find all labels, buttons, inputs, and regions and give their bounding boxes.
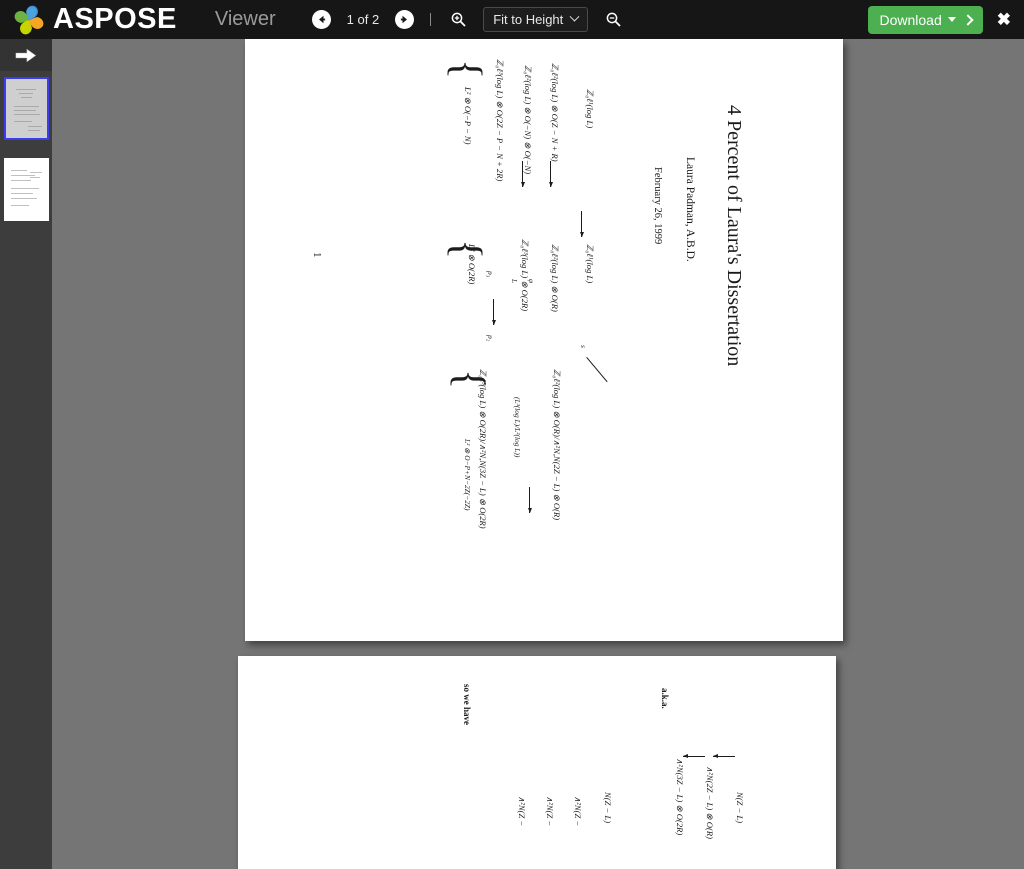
equation: ℤ₀ℓ²(log L) ⊗ O(R)/∧²N,N(2Z − L) ⊗ O(R) (552, 369, 562, 521)
equation: ℤ₀ℓ²(log L) ⊗ O(−N) ⊗ O(−N) (523, 65, 533, 175)
caret-down-icon (947, 17, 956, 22)
chevron-down-icon (569, 11, 580, 22)
brand-logo[interactable]: ASPOSE (0, 3, 177, 37)
page-indicator: 1 of 2 (346, 12, 380, 27)
zoom-level-select[interactable]: Fit to Height (483, 7, 589, 32)
app-title: Viewer (214, 8, 276, 30)
map-label: φ (527, 279, 536, 284)
equation: N(Z − L) (735, 792, 745, 824)
equation: ℤ₀ℓ¹(log L) (585, 244, 595, 284)
thumbnail-page-2[interactable] (3, 158, 49, 221)
equation-diagonal-line (586, 357, 608, 383)
toolbar-separator (430, 13, 432, 26)
equation: ℤ₀ℓ³(log L) ⊗ O(2Z − P − N + 2R) (495, 59, 505, 182)
equation-arrow (713, 756, 735, 757)
magnifier-plus-icon (451, 12, 466, 27)
equation: ℤ₀ℓ³(log L) ⊗ O(2R) (520, 239, 530, 312)
document-page-2[interactable]: N(Z − L) ∧²N(2Z − L) ⊗ O(R) ∧²N(3Z − L) … (238, 656, 836, 869)
previous-page-button[interactable] (311, 10, 331, 29)
map-label: L (510, 279, 519, 284)
equation-arrow (683, 756, 705, 757)
equation: ℤ₀ℓ²(log L) ⊗ O(R) (550, 244, 560, 312)
equation: ∧²N(Z − (545, 796, 555, 827)
brand-name: ASPOSE (53, 3, 177, 35)
equation: ℤ₀ℓ¹(log L) (585, 89, 595, 129)
right-arrow-icon (15, 48, 37, 62)
document-date: February 26, 1999 (652, 167, 663, 245)
equation: ∧²N(2Z − L) ⊗ O(R) (705, 766, 715, 839)
so-we-have-label: so we have (462, 684, 472, 725)
page-navigation-group: 1 of 2 Fit to Height (311, 7, 625, 32)
map-label: p₂ (486, 335, 495, 342)
equation: (L³(log L)/L²(log L)) (513, 397, 522, 458)
top-toolbar: ASPOSE Viewer 1 of 2 Fit to Height Downl… (0, 0, 1024, 39)
map-label: p₃ (486, 271, 495, 278)
sidebar-toggle-button[interactable] (0, 39, 52, 71)
chevron-right-icon (962, 13, 974, 26)
equation-brace: { (443, 59, 489, 80)
equation: L² ⊗ O−P+N−2Z(−2Z) (463, 439, 472, 511)
zoom-in-button[interactable] (447, 9, 469, 31)
zoom-level-value: Fit to Height (493, 12, 564, 27)
download-button[interactable]: Download (868, 5, 983, 34)
close-button[interactable]: ✖ (993, 11, 1015, 28)
equation: ∧²N(Z − (517, 796, 527, 827)
circle-left-arrow-icon (318, 15, 325, 24)
thumbnail-preview-lines (6, 79, 47, 138)
equation-arrow (550, 161, 551, 187)
equation: ∧²N(Z − (573, 796, 583, 827)
toolbar-right-group: Download ✖ (868, 5, 1024, 34)
equation: ℤ₀ℓ²(log L) ⊗ O(Z − N + R) (550, 63, 560, 162)
thumbnail-page-1[interactable] (3, 77, 49, 140)
thumbnail-list (0, 71, 52, 221)
aspose-spiral-logo-icon (12, 3, 46, 37)
document-page-number: 1 (311, 252, 323, 258)
equation: ℤ₀ℓ³(log L) ⊗ O(2R)/∧²N,N(3Z − L) ⊗ O(2R… (478, 369, 488, 529)
equation-arrow (522, 161, 523, 187)
equation-arrow (529, 487, 530, 513)
next-page-button[interactable] (395, 10, 415, 29)
circle-right-arrow-icon (401, 15, 408, 24)
magnifier-minus-icon (606, 12, 621, 27)
aka-label: a.k.a. (660, 688, 670, 709)
equation-arrow (493, 299, 494, 325)
thumbnail-preview-lines (4, 158, 49, 221)
equation: L² ⊗ O(−P − N) (463, 87, 473, 145)
download-button-label: Download (879, 11, 942, 28)
document-title: 4 Percent of Laura's Dissertation (723, 105, 745, 367)
document-author: Laura Padman, A.B.D. (684, 157, 696, 262)
document-viewer-canvas[interactable]: 4 Percent of Laura's Dissertation Laura … (52, 39, 1024, 869)
equation: ∧²N(3Z − L) ⊗ O(2R) (675, 758, 685, 836)
equation-arrow (581, 211, 582, 237)
equation-brace: { (443, 239, 489, 260)
zoom-out-button[interactable] (602, 9, 624, 31)
equation: N(Z − L) (603, 792, 613, 824)
map-label: s (579, 345, 588, 348)
equation-brace: { (446, 369, 492, 390)
thumbnail-sidebar (0, 39, 52, 869)
document-page-1[interactable]: 4 Percent of Laura's Dissertation Laura … (245, 39, 843, 641)
